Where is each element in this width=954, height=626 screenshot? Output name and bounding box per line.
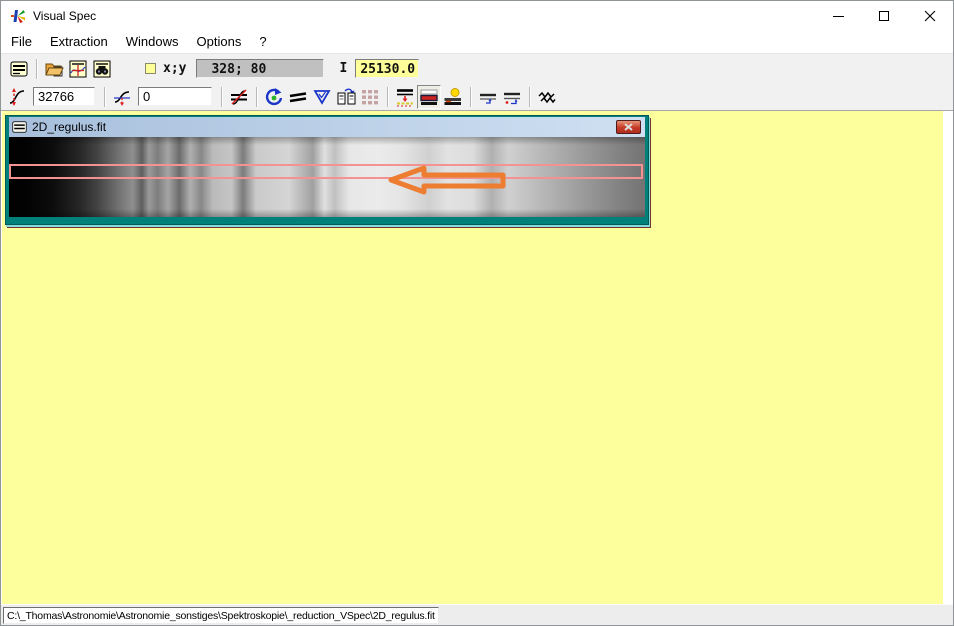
- spectrum-image[interactable]: [9, 137, 645, 217]
- open-profile-icon: [68, 59, 88, 79]
- window-title: Visual Spec: [33, 9, 96, 23]
- toolbar-tools: [1, 83, 953, 111]
- lower-threshold-input[interactable]: [138, 87, 212, 106]
- rotate-button[interactable]: [262, 85, 286, 109]
- align-reference-button[interactable]: [500, 85, 524, 109]
- toolbar-top: x;y 328; 80 I 25130.0: [1, 53, 953, 83]
- shift-reference-button[interactable]: [476, 85, 500, 109]
- document-icon: [12, 121, 27, 133]
- binoculars-icon: [92, 59, 112, 79]
- slant-button[interactable]: [310, 85, 334, 109]
- grid-icon: [360, 87, 380, 107]
- slant-icon: [312, 87, 332, 107]
- workspace: 2D_regulus.fit: [2, 111, 943, 604]
- intensity-label: I: [339, 61, 347, 76]
- reset-cut-button[interactable]: [227, 85, 251, 109]
- binning-selection-rect: [9, 164, 643, 179]
- app-logo-icon: [10, 8, 26, 24]
- data-file-button[interactable]: [7, 57, 31, 81]
- document-close-icon: [624, 123, 633, 131]
- titlebar[interactable]: Visual Spec: [1, 1, 953, 31]
- sync-windows-button[interactable]: [334, 85, 358, 109]
- shift-reference-icon: [478, 87, 498, 107]
- reset-cut-icon: [229, 87, 249, 107]
- grid-button[interactable]: [358, 85, 382, 109]
- tilt-button[interactable]: [286, 85, 310, 109]
- file-path-field: C:\_Thomas\Astronomie\Astronomie_sonstig…: [3, 607, 439, 624]
- minimize-button[interactable]: [815, 1, 861, 31]
- document-close-button[interactable]: [616, 120, 641, 134]
- smooth-icon: [537, 87, 557, 107]
- sync-windows-icon: [336, 87, 357, 107]
- statusbar: C:\_Thomas\Astronomie\Astronomie_sonstig…: [1, 604, 953, 625]
- menu-help[interactable]: ?: [250, 32, 275, 53]
- upper-threshold-input[interactable]: [33, 87, 95, 106]
- maximize-button[interactable]: [861, 1, 907, 31]
- caption-buttons: [815, 1, 953, 31]
- maximize-icon: [879, 11, 889, 21]
- align-reference-icon: [502, 87, 522, 107]
- close-icon: [924, 10, 936, 22]
- intensity-value-field: 25130.0: [355, 59, 419, 78]
- smooth-button[interactable]: [535, 85, 559, 109]
- toolbar-separator: [221, 87, 222, 107]
- close-button[interactable]: [907, 1, 953, 31]
- display-strip-icon: [419, 87, 439, 107]
- toolbar-separator: [36, 59, 37, 79]
- xy-label: x;y: [163, 61, 186, 76]
- search-object-button[interactable]: [90, 57, 114, 81]
- extract-profile-button[interactable]: [393, 85, 417, 109]
- display-strip-button[interactable]: [417, 85, 441, 109]
- toolbar-separator: [387, 87, 388, 107]
- xy-checkbox[interactable]: [145, 63, 156, 74]
- data-file-icon: [9, 59, 29, 79]
- toolbar-separator: [529, 87, 530, 107]
- toolbar-separator: [470, 87, 471, 107]
- lower-cut-icon: [112, 87, 132, 107]
- minimize-icon: [833, 16, 844, 17]
- document-window[interactable]: 2D_regulus.fit: [5, 115, 649, 225]
- open-folder-button[interactable]: [42, 57, 66, 81]
- sky-subtract-icon: [443, 87, 463, 107]
- toolbar-separator: [104, 87, 105, 107]
- menu-file[interactable]: File: [2, 32, 41, 53]
- toolbar-separator: [256, 87, 257, 107]
- menubar: File Extraction Windows Options ?: [1, 31, 953, 53]
- document-title: 2D_regulus.fit: [32, 120, 616, 134]
- open-profile-button[interactable]: [66, 57, 90, 81]
- xy-coordinates-field: 328; 80: [196, 59, 324, 78]
- lower-cut-button[interactable]: [110, 85, 134, 109]
- upper-cut-icon: [7, 87, 27, 107]
- rotate-icon: [264, 87, 284, 107]
- document-titlebar[interactable]: 2D_regulus.fit: [9, 117, 645, 137]
- upper-cut-button[interactable]: [5, 85, 29, 109]
- visual-spec-window: { "window": { "title": "Visual Spec", "c…: [0, 0, 954, 626]
- tilt-icon: [288, 87, 308, 107]
- menu-windows[interactable]: Windows: [117, 32, 188, 53]
- menu-extraction[interactable]: Extraction: [41, 32, 117, 53]
- sky-subtract-button[interactable]: [441, 85, 465, 109]
- extract-profile-icon: [395, 87, 415, 107]
- open-folder-icon: [44, 59, 65, 79]
- menu-options[interactable]: Options: [188, 32, 251, 53]
